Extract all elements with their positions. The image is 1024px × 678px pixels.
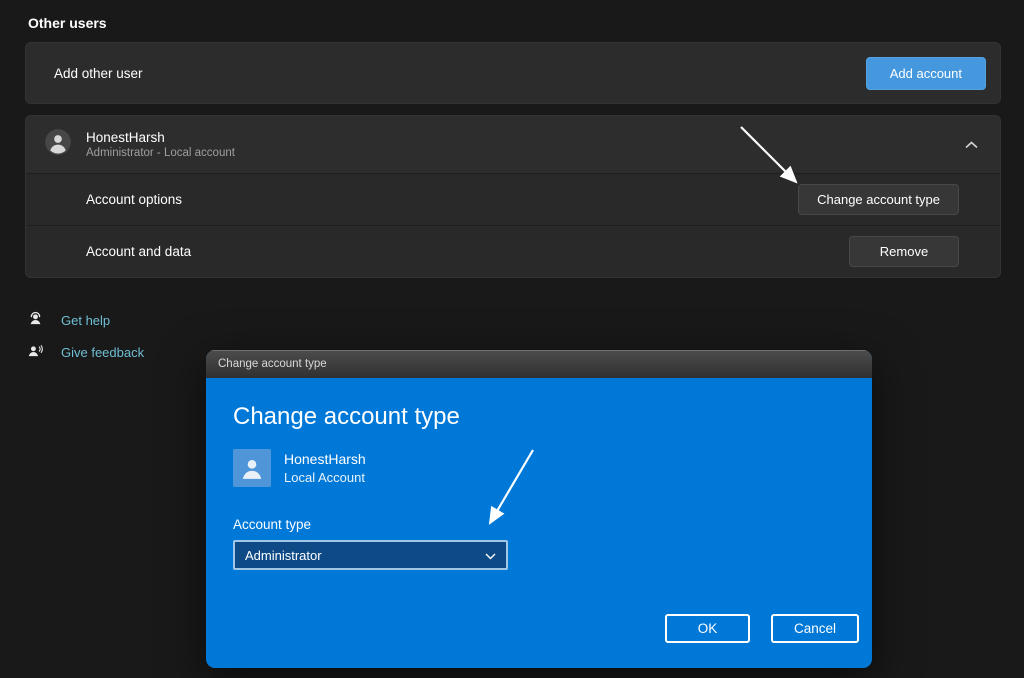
get-help-row: Get help xyxy=(28,311,144,330)
user-identity: HonestHarsh Administrator - Local accoun… xyxy=(86,130,235,159)
get-help-link[interactable]: Get help xyxy=(61,313,110,328)
dialog-titlebar-text: Change account type xyxy=(218,358,327,370)
dialog-user-text: HonestHarsh Local Account xyxy=(284,451,366,485)
cancel-button[interactable]: Cancel xyxy=(771,614,859,643)
account-options-label: Account options xyxy=(86,192,182,207)
give-feedback-icon xyxy=(28,343,43,363)
account-options-row: Account options Change account type xyxy=(26,173,1000,225)
chevron-down-icon xyxy=(485,548,496,563)
account-and-data-row: Account and data Remove xyxy=(26,225,1000,277)
dialog-user: HonestHarsh Local Account xyxy=(233,449,872,487)
user-expander-card: HonestHarsh Administrator - Local accoun… xyxy=(25,115,1001,278)
add-user-card: Add other user Add account xyxy=(25,42,1001,104)
section-heading: Other users xyxy=(28,15,107,31)
dialog-body: Change account type HonestHarsh Local Ac… xyxy=(206,378,872,668)
footer-links: Get help Give feedback xyxy=(28,311,144,362)
account-type-label: Account type xyxy=(233,517,872,532)
user-subtitle: Administrator - Local account xyxy=(86,147,235,159)
ok-button[interactable]: OK xyxy=(665,614,750,643)
add-account-button[interactable]: Add account xyxy=(866,57,986,90)
add-user-label: Add other user xyxy=(54,66,143,81)
account-type-selected-value: Administrator xyxy=(245,548,322,563)
remove-button[interactable]: Remove xyxy=(849,236,959,267)
chevron-up-icon[interactable] xyxy=(961,137,982,153)
dialog-titlebar[interactable]: Change account type xyxy=(206,350,872,378)
user-name: HonestHarsh xyxy=(86,130,235,145)
dialog-user-name: HonestHarsh xyxy=(284,451,366,467)
dialog-buttons: OK Cancel xyxy=(665,614,859,643)
give-feedback-row: Give feedback xyxy=(28,343,144,362)
account-type-dropdown[interactable]: Administrator xyxy=(233,540,508,570)
give-feedback-link[interactable]: Give feedback xyxy=(61,345,144,360)
user-row[interactable]: HonestHarsh Administrator - Local accoun… xyxy=(26,116,1000,173)
dialog-user-type: Local Account xyxy=(284,470,366,485)
account-and-data-label: Account and data xyxy=(86,244,191,259)
dialog-heading: Change account type xyxy=(233,403,872,431)
change-account-type-dialog: Change account type Change account type … xyxy=(206,350,872,668)
get-help-icon xyxy=(28,311,43,331)
dialog-user-avatar-icon xyxy=(233,449,271,487)
user-avatar-icon xyxy=(44,128,72,161)
change-account-type-button[interactable]: Change account type xyxy=(798,184,959,215)
